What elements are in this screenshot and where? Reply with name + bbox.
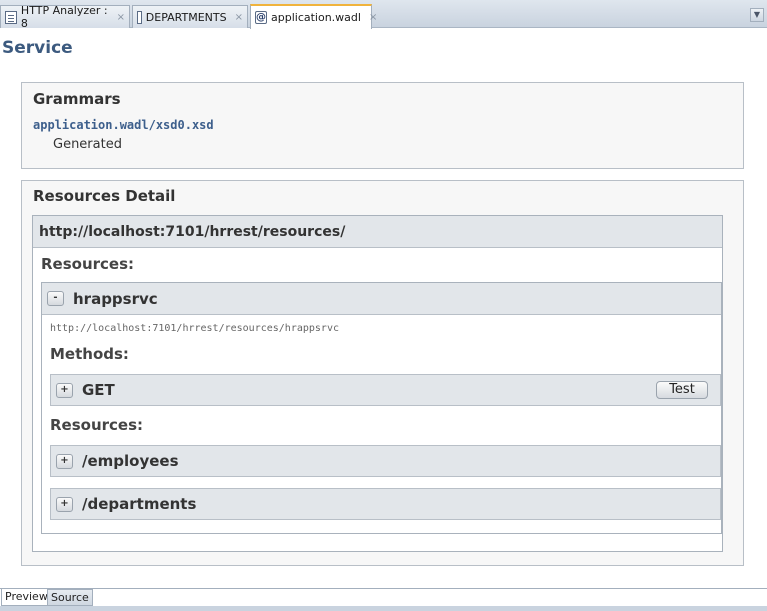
expand-toggle-button[interactable]: + (56, 496, 73, 512)
resource-name: hrappsrvc (73, 289, 158, 308)
editor-tab-bar: HTTP Analyzer : 8 × DEPARTMENTS × @ appl… (0, 0, 767, 30)
methods-label: Methods: (50, 345, 129, 363)
tab-label: HTTP Analyzer : 8 (20, 4, 108, 30)
grammars-title: Grammars (33, 90, 121, 108)
resource-url: http://localhost:7101/hrrest/resources/h… (50, 323, 339, 334)
close-icon[interactable]: × (235, 12, 243, 23)
grammar-status: Generated (53, 137, 122, 152)
tab-preview[interactable]: Preview (1, 589, 52, 606)
wadl-at-icon: @ (255, 11, 267, 24)
close-icon[interactable]: × (117, 12, 125, 23)
base-url: http://localhost:7101/hrrest/resources/ (39, 223, 346, 240)
grammars-section: Grammars application.wadl/xsd0.xsd Gener… (21, 82, 744, 169)
tab-label: DEPARTMENTS (145, 10, 227, 24)
page-title: Service (2, 38, 73, 58)
sub-resource-departments-row[interactable]: + /departments (50, 488, 721, 520)
resource-hrappsrvc-panel: - hrappsrvc http://localhost:7101/hrrest… (41, 282, 722, 534)
sub-resource-name: /departments (82, 495, 197, 513)
status-strip (0, 606, 767, 611)
test-button[interactable]: Test (656, 381, 708, 399)
resources-label: Resources: (41, 255, 135, 273)
collapse-toggle-button[interactable]: - (47, 291, 64, 306)
resources-detail-section: Resources Detail http://localhost:7101/h… (21, 180, 744, 566)
method-get-row[interactable]: + GET Test (50, 374, 721, 406)
tab-http-analyzer[interactable]: HTTP Analyzer : 8 × (0, 4, 130, 30)
bottom-tab-divider (0, 588, 767, 589)
resources-detail-title: Resources Detail (33, 187, 176, 205)
resource-header[interactable]: - hrappsrvc (42, 283, 721, 315)
table-grid-icon (137, 10, 142, 24)
document-icon (5, 10, 17, 24)
close-icon[interactable]: × (369, 12, 377, 23)
base-url-header: http://localhost:7101/hrrest/resources/ (33, 216, 722, 248)
tab-source[interactable]: Source (47, 589, 93, 606)
expand-toggle-button[interactable]: + (56, 382, 73, 398)
expand-toggle-button[interactable]: + (56, 453, 73, 469)
tab-label: application.wadl (271, 11, 361, 24)
sub-resources-label: Resources: (50, 416, 144, 434)
tab-list-dropdown-icon[interactable]: ▼ (750, 8, 764, 22)
base-resource-panel: http://localhost:7101/hrrest/resources/ … (32, 215, 723, 552)
sub-resource-name: /employees (82, 452, 179, 470)
grammar-link[interactable]: application.wadl/xsd0.xsd (33, 118, 214, 132)
method-name: GET (82, 381, 115, 399)
tab-application-wadl[interactable]: @ application.wadl × (250, 4, 377, 29)
sub-resource-employees-row[interactable]: + /employees (50, 445, 721, 477)
tab-departments[interactable]: DEPARTMENTS × (132, 5, 248, 28)
